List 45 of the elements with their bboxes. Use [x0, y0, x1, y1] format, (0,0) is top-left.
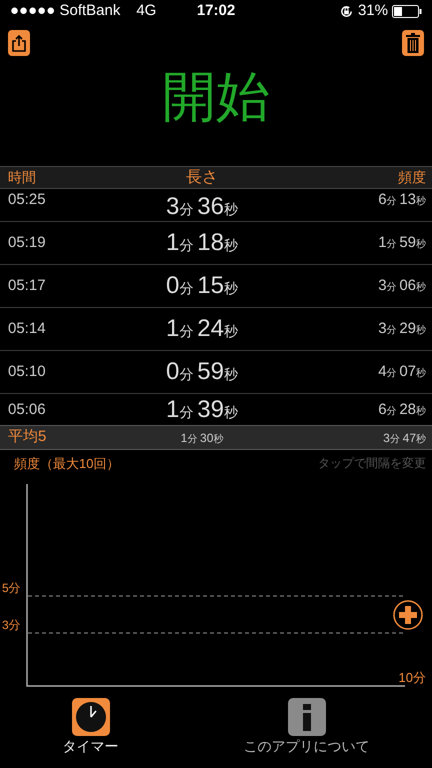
length-cell: 0分 15秒	[166, 272, 238, 299]
info-icon	[288, 698, 326, 736]
battery-text: 31%	[358, 0, 388, 21]
column-header: 時間	[8, 169, 36, 185]
start-button[interactable]: 開始	[162, 67, 270, 127]
average-label: 平均5	[8, 428, 46, 446]
tab-item[interactable]: タイマー	[56, 696, 124, 759]
clock-text: 17:02	[196, 0, 236, 21]
axis-label: 10分	[398, 669, 426, 687]
interval-cell: 4分 07秒	[378, 362, 426, 380]
add-button[interactable]	[393, 600, 423, 630]
interval-cell: 3分 29秒	[378, 320, 426, 337]
column-header: 頻度	[398, 169, 426, 185]
interval-cell: 6分 28秒	[378, 400, 426, 418]
time-cell: 05:25	[8, 191, 46, 208]
interval-cell: 1分 59秒	[378, 234, 426, 251]
length-cell: 1分 18秒	[166, 229, 238, 256]
time-cell: 05:17	[8, 276, 46, 294]
time-cell: 05:14	[8, 320, 46, 337]
interval-cell: 3分 06秒	[378, 276, 426, 294]
column-header: 長さ	[186, 168, 218, 186]
trash-icon	[406, 33, 420, 53]
share-icon	[11, 34, 27, 52]
length-cell: 0分 59秒	[166, 358, 238, 385]
chart-title: 頻度（最大10回）	[14, 455, 120, 473]
share-button[interactable]	[8, 30, 30, 56]
hint-text: タップで間隔を変更	[318, 455, 426, 472]
interval-cell: 6分 13秒	[378, 191, 426, 208]
length-cell: 3分 36秒	[166, 193, 238, 220]
time-cell: 05:10	[8, 362, 46, 380]
axis-label: 5分	[2, 580, 21, 597]
rotation-lock-icon	[338, 4, 354, 18]
clock-icon	[72, 698, 110, 736]
length-cell: 1分 24秒	[166, 315, 238, 342]
time-cell: 05:06	[8, 400, 46, 418]
battery-icon	[392, 4, 422, 18]
axis-label: 3分	[2, 617, 21, 634]
average-interval: 3分 47秒	[383, 430, 426, 444]
network-text: 4G	[136, 0, 156, 21]
time-cell: 05:19	[8, 234, 46, 251]
delete-button[interactable]	[402, 30, 424, 56]
average-length: 1分 30秒	[180, 430, 224, 444]
length-cell: 1分 39秒	[166, 396, 238, 423]
tab-item[interactable]: このアプリについて	[238, 696, 376, 759]
carrier-text: ●●●●● SoftBank	[10, 0, 120, 21]
